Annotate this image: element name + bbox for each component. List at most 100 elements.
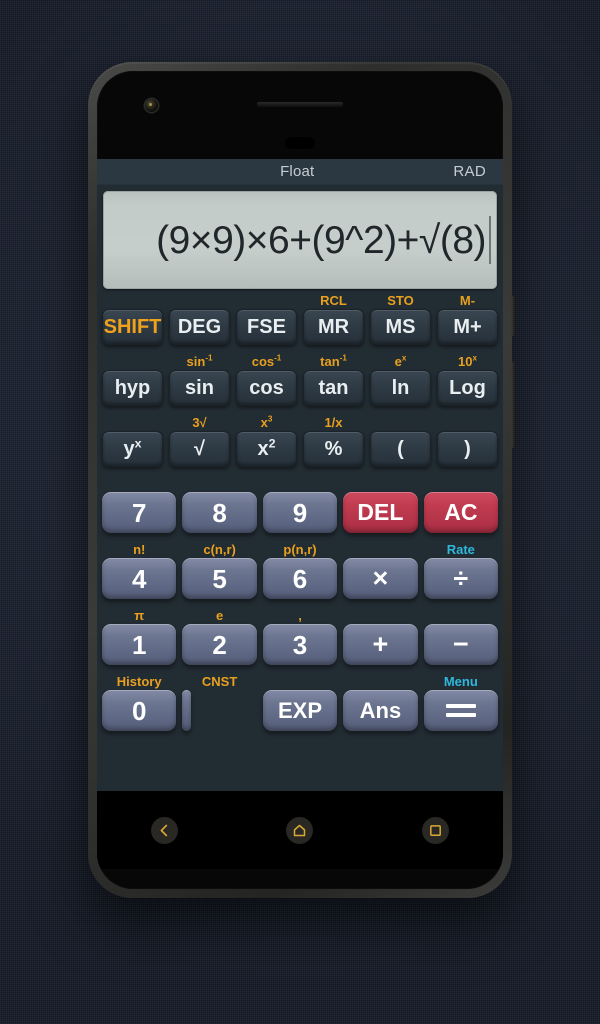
key-secondary-label[interactable]: ex (370, 354, 431, 370)
key-secondary-label[interactable]: RCL (303, 293, 364, 309)
key-ac[interactable]: AC (423, 492, 499, 533)
nav-recents-button[interactable] (421, 816, 449, 844)
key-secondary-label[interactable]: sin-1 (169, 354, 230, 370)
nav-back-button[interactable] (151, 816, 179, 844)
key-[interactable]: % (303, 431, 364, 467)
key-[interactable]: + (343, 624, 418, 665)
key-6[interactable]: 6 (262, 558, 338, 599)
key-m[interactable]: M+ (437, 309, 498, 345)
power-button[interactable] (511, 296, 515, 336)
key-2[interactable]: 2 (182, 624, 257, 665)
nav-home-button[interactable] (286, 816, 314, 844)
key-secondary-label[interactable]: 1/x (303, 415, 364, 431)
key-secondary-label[interactable]: n! (102, 542, 176, 558)
key-secondary-label[interactable]: c(n,r) (182, 542, 256, 558)
key-label: FSE (247, 316, 286, 338)
key-[interactable] (182, 690, 192, 731)
key-cell: DEL (343, 476, 418, 538)
key-ans[interactable]: Ans (343, 690, 418, 731)
key-secondary-label[interactable]: Rate (424, 542, 498, 558)
key-secondary-label[interactable]: History (102, 674, 176, 690)
keypad-row: π 1 e 2, 3 + − (102, 608, 499, 670)
key-exp[interactable]: EXP (262, 690, 338, 731)
key-7[interactable]: 7 (102, 492, 177, 533)
key-sin[interactable]: sin (169, 370, 230, 406)
key-[interactable]: − (423, 624, 499, 665)
key-secondary-label[interactable]: , (263, 608, 337, 624)
key-3[interactable]: 3 (262, 624, 338, 665)
key-cell: FSE (236, 293, 297, 350)
key-[interactable] (423, 690, 499, 731)
key-secondary-label[interactable]: STO (370, 293, 431, 309)
key-ms[interactable]: MS (370, 309, 431, 345)
key-cell: STO MS (370, 293, 431, 350)
key-label: tan (318, 377, 349, 399)
key-secondary-label (236, 293, 297, 309)
key-cell: History 0 (102, 674, 177, 736)
key-cell: tan-1 tan (303, 354, 364, 411)
key-x2[interactable]: x2 (236, 431, 297, 467)
key-cell: 8 (182, 476, 257, 538)
key-[interactable]: ( (370, 431, 431, 467)
key-label: 4 (131, 563, 147, 594)
key-mr[interactable]: MR (303, 309, 364, 345)
key-deg[interactable]: DEG (169, 309, 230, 345)
key-cell: yx (102, 415, 163, 472)
key-shift[interactable]: SHIFT (102, 309, 163, 345)
key-secondary-label (102, 476, 176, 492)
key-label (445, 704, 476, 717)
key-secondary-label[interactable]: 10x (437, 354, 498, 370)
key-label: 9 (292, 497, 308, 528)
key-yx[interactable]: yx (102, 431, 163, 467)
angle-unit-indicator[interactable]: RAD (453, 163, 486, 180)
key-tan[interactable]: tan (303, 370, 364, 406)
key-label: yx (123, 436, 142, 460)
key-del[interactable]: DEL (343, 492, 418, 533)
key-5[interactable]: 5 (182, 558, 257, 599)
key-0[interactable]: 0 (102, 690, 177, 731)
key-1[interactable]: 1 (102, 624, 177, 665)
key-secondary-label (102, 293, 163, 309)
key-[interactable]: ÷ (423, 558, 499, 599)
key-hyp[interactable]: hyp (102, 370, 163, 406)
key-secondary-label (437, 415, 498, 431)
key-[interactable]: ) (437, 431, 498, 467)
key-secondary-label[interactable]: π (102, 608, 176, 624)
key-secondary-label[interactable]: p(n,r) (263, 542, 337, 558)
key-cos[interactable]: cos (236, 370, 297, 406)
key-ln[interactable]: ln (370, 370, 431, 406)
key-fse[interactable]: FSE (236, 309, 297, 345)
key-8[interactable]: 8 (182, 492, 257, 533)
key-log[interactable]: Log (437, 370, 498, 406)
key-label: − (452, 629, 469, 659)
volume-button[interactable] (511, 362, 515, 448)
keypad-row: hyp sin-1 sin cos-1 cos tan-1 tan ex ln 10x Log (102, 354, 498, 411)
key-[interactable]: √ (169, 431, 230, 467)
key-cell: M- M+ (437, 293, 498, 350)
number-format-indicator[interactable]: Float (280, 163, 314, 180)
key-9[interactable]: 9 (262, 492, 338, 533)
key-4[interactable]: 4 (102, 558, 177, 599)
key-secondary-label[interactable]: cos-1 (236, 354, 297, 370)
key-secondary-label[interactable]: tan-1 (303, 354, 364, 370)
key-secondary-label[interactable]: e (182, 608, 256, 624)
key-secondary-label[interactable]: CNST (182, 674, 256, 690)
key-secondary-label (263, 674, 337, 690)
key-cell: × (343, 542, 418, 604)
key-cell: DEG (169, 293, 230, 350)
key-label: 0 (131, 695, 147, 726)
proximity-sensor-icon (285, 137, 315, 149)
key-cell: − (423, 608, 499, 670)
key-[interactable]: × (343, 558, 418, 599)
key-secondary-label[interactable]: x3 (236, 415, 297, 431)
key-secondary-label (102, 354, 163, 370)
key-shadow (188, 727, 251, 736)
expression-text: (9×9)×6+(9^2)+√(8) (156, 218, 486, 262)
key-cell: 10x Log (437, 354, 498, 411)
key-secondary-label[interactable]: 3√ (169, 415, 230, 431)
key-secondary-label[interactable]: Menu (424, 674, 498, 690)
key-label: % (324, 438, 343, 460)
key-cell: Rate ÷ (423, 542, 499, 604)
expression-display[interactable]: (9×9)×6+(9^2)+√(8) (103, 191, 497, 289)
key-secondary-label[interactable]: M- (437, 293, 498, 309)
